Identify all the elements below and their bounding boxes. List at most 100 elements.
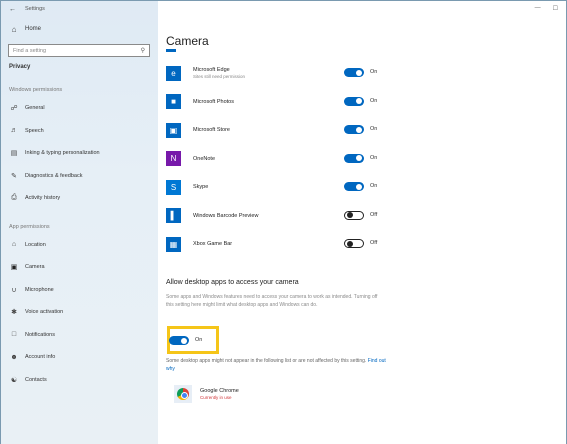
app-camera-toggle[interactable]: [344, 125, 364, 134]
toggle-state-label: On: [370, 154, 378, 161]
toggle-state-label: On: [370, 97, 378, 104]
sidebar-item-label: Notifications: [25, 331, 55, 338]
toggle-state-label: Off: [370, 211, 378, 218]
app-text: Microsoft Edge Sites still need permissio…: [193, 67, 333, 79]
sidebar-item-microphone[interactable]: ∪ Microphone: [1, 279, 158, 302]
sidebar-item-label: Inking & typing personalization: [25, 150, 100, 157]
app-row: ▌ Windows Barcode Preview Off: [166, 202, 396, 231]
maximize-button[interactable]: ☐: [553, 5, 558, 12]
chrome-icon: [174, 385, 192, 403]
lock-icon: ☍: [10, 105, 18, 113]
app-row: e Microsoft Edge Sites still need permissi…: [166, 59, 396, 88]
minimize-button[interactable]: —: [535, 5, 541, 12]
account-icon: ☻: [10, 353, 18, 361]
sidebar-item-label: Voice activation: [25, 309, 64, 316]
sidebar-item-general[interactable]: ☍ General: [1, 97, 158, 120]
sidebar-item-label: Diagnostics & feedback: [25, 172, 83, 179]
edge-icon: e: [166, 65, 181, 81]
app-text: OneNote: [193, 156, 333, 162]
app-camera-toggle[interactable]: [344, 68, 364, 77]
app-row: ■ Microsoft Photos On: [166, 88, 396, 117]
notifications-icon: □: [11, 331, 17, 339]
diagnostics-icon: ✎: [11, 172, 17, 180]
app-name: OneNote: [193, 155, 216, 162]
search-input[interactable]: Find a setting ⚲: [8, 44, 150, 57]
desktop-apps-heading: Allow desktop apps to access your camera: [166, 279, 299, 286]
app-row: ▣ Microsoft Store On: [166, 116, 396, 145]
onenote-icon: N: [166, 151, 181, 167]
desktop-app-status: Currently in use: [200, 395, 232, 400]
window-controls: — ☐: [535, 5, 558, 12]
sidebar-item-activity[interactable]: ⎙ Activity history: [1, 187, 158, 210]
desktop-apps-toggle-state: On: [195, 337, 203, 343]
skype-icon: S: [166, 179, 181, 195]
app-list: e Microsoft Edge Sites still need permissi…: [166, 59, 396, 259]
home-icon: ⌂: [11, 24, 17, 34]
app-text: Xbox Game Bar: [193, 241, 333, 247]
app-text: Microsoft Photos: [193, 99, 333, 105]
sidebar: ← Settings ⌂ Home Find a setting ⚲ Priva…: [1, 1, 158, 444]
app-camera-toggle[interactable]: [344, 210, 364, 220]
settings-window: ← Settings ⌂ Home Find a setting ⚲ Priva…: [0, 0, 567, 444]
voice-icon: ✱: [11, 309, 17, 317]
sidebar-item-location[interactable]: ⌂ Location: [1, 234, 158, 257]
title-bar: ← Settings: [1, 1, 158, 17]
sidebar-item-diagnostics[interactable]: ✎ Diagnostics & feedback: [1, 165, 158, 188]
sidebar-item-label: Microphone: [25, 286, 54, 293]
sidebar-item-label: Camera: [25, 264, 45, 271]
desktop-apps-note: Some desktop apps might not appear in th…: [166, 357, 386, 373]
sidebar-item-label: Contacts: [25, 376, 47, 383]
window-title: Settings: [25, 6, 45, 12]
app-row: ▦ Xbox Game Bar Off: [166, 230, 396, 259]
toggle-state-label: Off: [370, 240, 378, 246]
sidebar-item-notifications[interactable]: □ Notifications: [1, 324, 158, 347]
app-name: Microsoft Store: [193, 127, 230, 134]
toggle-knob: [356, 98, 362, 104]
app-name: Skype: [193, 184, 209, 191]
search-icon[interactable]: ⚲: [141, 47, 145, 54]
desktop-apps-description: Some apps and Windows features need to a…: [166, 294, 378, 308]
toggle-knob: [356, 126, 362, 133]
barcode-icon: ▌: [166, 208, 181, 224]
xbox-icon: ▦: [166, 236, 181, 252]
chrome-logo: [177, 388, 189, 400]
sidebar-item-camera[interactable]: ▣ Camera: [1, 256, 158, 279]
toggle-knob: [346, 212, 353, 218]
sidebar-item-inking[interactable]: ▤ Inking & typing personalization: [1, 142, 158, 165]
sidebar-item-contacts[interactable]: ☯ Contacts: [1, 369, 158, 392]
sidebar-item-label: General: [25, 105, 45, 112]
toggle-knob: [181, 337, 187, 344]
desktop-app-name: Google Chrome: [200, 388, 239, 394]
category-heading: Privacy: [9, 64, 31, 70]
desktop-app-item: Google Chrome Currently in use: [174, 385, 239, 403]
back-arrow-icon[interactable]: ←: [9, 6, 16, 13]
app-subtitle: Sites still need permission: [193, 74, 246, 80]
app-name: Xbox Game Bar: [193, 241, 233, 248]
camera-icon: ▣: [10, 264, 18, 272]
app-camera-toggle[interactable]: [344, 182, 364, 191]
toggle-knob: [356, 155, 362, 161]
desktop-app-text: Google Chrome Currently in use: [200, 388, 239, 400]
sidebar-item-label: Account info: [25, 354, 56, 361]
sidebar-item-label: Home: [25, 26, 42, 32]
section-heading: App permissions: [9, 223, 50, 230]
sidebar-item-account-info[interactable]: ☻ Account info: [1, 346, 158, 369]
speech-icon: ♬: [10, 127, 18, 135]
app-camera-toggle[interactable]: [344, 239, 364, 248]
photos-icon: ■: [166, 94, 181, 110]
toggle-state-label: On: [370, 69, 378, 75]
app-text: Skype: [193, 184, 333, 190]
sidebar-item-home[interactable]: ⌂ Home: [1, 19, 158, 39]
sidebar-item-label: Speech: [25, 127, 44, 134]
app-camera-toggle[interactable]: [344, 153, 364, 163]
app-camera-toggle[interactable]: [344, 96, 364, 106]
app-text: Windows Barcode Preview: [193, 213, 333, 219]
contacts-icon: ☯: [10, 376, 18, 384]
app-name: Windows Barcode Preview: [193, 212, 259, 219]
sidebar-item-voice-activation[interactable]: ✱ Voice activation: [1, 301, 158, 324]
desktop-apps-toggle[interactable]: [169, 336, 189, 345]
sidebar-item-label: Location: [25, 241, 46, 248]
toggle-knob: [346, 240, 353, 247]
sidebar-item-speech[interactable]: ♬ Speech: [1, 120, 158, 143]
note-text: Some desktop apps might not appear in th…: [166, 358, 367, 364]
